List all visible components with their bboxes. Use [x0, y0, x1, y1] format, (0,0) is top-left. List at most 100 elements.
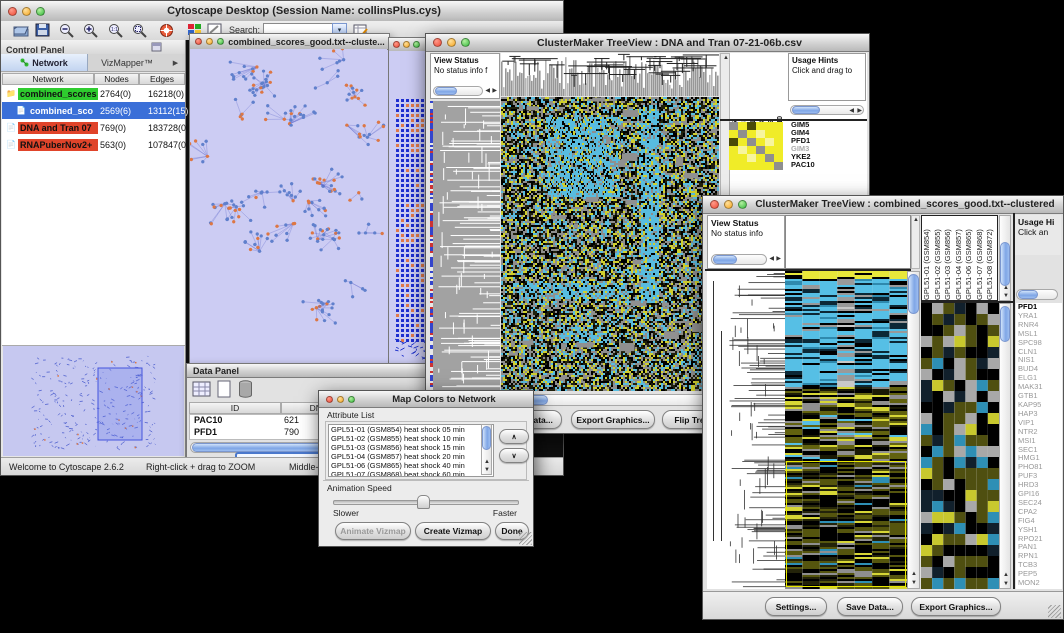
network-overview-canvas[interactable]	[3, 346, 184, 456]
move-down-button[interactable]: ∨	[499, 448, 529, 463]
tv1-row-label[interactable]: PAC10	[791, 161, 861, 169]
dialog-minimize-button[interactable]	[337, 396, 344, 403]
table-mode-icon[interactable]	[192, 380, 212, 398]
attr-down-arrow-icon[interactable]: ▼	[484, 467, 490, 473]
frame-close-button[interactable]	[195, 38, 202, 45]
tv2-save-data-button[interactable]: Save Data...	[837, 597, 903, 616]
tv1-thin-up-arrow-icon[interactable]: ▲	[723, 55, 729, 61]
tv2-zoom-heatmap-canvas[interactable]	[921, 303, 999, 589]
zoom-fit-icon[interactable]	[132, 23, 148, 38]
tv2-column-label[interactable]: GPL51-06 (GSM865)	[964, 216, 975, 300]
dialog-titlebar[interactable]: Map Colors to Network	[319, 391, 533, 408]
attribute-list[interactable]: GPL51-01 (GSM854) heat shock 05 minGPL51…	[328, 424, 494, 477]
tab-vizmapper[interactable]: VizMapper™	[88, 54, 166, 71]
table-row[interactable]: 📁combined_scores2764(0)16218(0)	[2, 85, 185, 102]
table-row[interactable]: 📄RNAPuberNov2+563(0)107847(0)	[2, 136, 185, 153]
tv1-hints-left-arrow-icon[interactable]: ◀	[849, 108, 854, 114]
tv1-minimize-button[interactable]	[447, 38, 456, 47]
tv2-labels-vscrollbar[interactable]: ▲ ▼	[999, 215, 1011, 301]
table-row[interactable]: 📄combined_sco2569(6)13112(15)	[2, 102, 185, 119]
tv2-resize-grip[interactable]	[1048, 605, 1061, 618]
tv2-hints-hscrollbar[interactable]	[1016, 289, 1058, 300]
tv2-status-hscroll-thumb[interactable]	[713, 255, 737, 264]
tv2-heatmap-vscroll-thumb[interactable]	[908, 274, 919, 314]
create-vizmap-button[interactable]: Create Vizmap	[415, 522, 491, 540]
attribute-list-vscrollbar[interactable]: ▲ ▼	[481, 424, 492, 475]
tv2-export-graphics-button[interactable]: Export Graphics...	[911, 597, 1001, 616]
tv2-column-label[interactable]: GPL51-03 (GSM856)	[943, 216, 954, 300]
network-frame-titlebar[interactable]: combined_scores_good.txt--cluste...	[190, 34, 389, 50]
tv2-zoom-up-arrow-icon[interactable]: ▲	[1003, 572, 1009, 578]
treeview1-titlebar[interactable]: ClusterMaker TreeView : DNA and Tran 07-…	[426, 34, 869, 52]
save-icon[interactable]	[35, 23, 50, 37]
gene-label[interactable]: MON2	[1016, 579, 1062, 588]
tv2-column-label[interactable]: GPL51-02 (GSM855)	[933, 216, 944, 300]
tv2-status-left-arrow-icon[interactable]: ◀	[769, 256, 774, 262]
tv1-hints-hscroll-thumb[interactable]	[792, 106, 820, 114]
close-button[interactable]	[8, 7, 17, 16]
tv1-export-graphics-button[interactable]: Export Graphics...	[571, 410, 655, 429]
help-ring-icon[interactable]	[159, 23, 174, 38]
tv2-settings-button[interactable]: Settings...	[765, 597, 827, 616]
col-network[interactable]: Network	[2, 73, 94, 85]
tv1-column-dendrogram-canvas[interactable]	[501, 53, 719, 96]
tv1-zoom-button[interactable]	[461, 38, 470, 47]
zoom-actual-icon[interactable]: 1:1	[108, 23, 124, 38]
tv2-zoom-vscrollbar[interactable]: ▲ ▼	[999, 303, 1011, 589]
tv2-zoom-button[interactable]	[738, 200, 747, 209]
tv1-status-hscroll-thumb[interactable]	[435, 87, 457, 95]
zoom-out-icon[interactable]	[59, 23, 75, 38]
tv2-column-label[interactable]: GPL51-04 (GSM857)	[954, 216, 965, 300]
network-graph-canvas[interactable]	[190, 49, 387, 362]
attribute-list-item[interactable]: GPL51-02 (GSM855) heat shock 10 min	[329, 434, 493, 443]
tv2-row-dendrogram-canvas[interactable]	[707, 271, 785, 589]
tv2-thin-up-arrow-icon[interactable]: ▲	[913, 217, 919, 223]
tv2-column-label[interactable]: GPL51-08 (GSM872)	[985, 216, 996, 300]
col-edges[interactable]: Edges	[139, 73, 185, 85]
attribute-list-item[interactable]: GPL51-04 (GSM857) heat shock 20 min	[329, 452, 493, 461]
tv2-close-button[interactable]	[710, 200, 719, 209]
tv2-labels-vscroll-thumb[interactable]	[1000, 242, 1010, 286]
col-nodes[interactable]: Nodes	[94, 73, 139, 85]
tv1-hints-hscrollbar[interactable]: ◀ ▶	[790, 105, 864, 115]
tab-network[interactable]: Network	[1, 54, 88, 71]
tv1-status-left-arrow-icon[interactable]: ◀	[485, 88, 490, 94]
move-up-button[interactable]: ∧	[499, 429, 529, 444]
tv2-heatmap-up-arrow-icon[interactable]: ▲	[911, 571, 917, 577]
tv2-global-heatmap-canvas[interactable]	[785, 271, 907, 589]
tv2-thin-strip[interactable]: ▲	[911, 215, 920, 269]
animate-vizmap-button[interactable]: Animate Vizmap	[335, 522, 411, 540]
frame2-close-button[interactable]	[393, 41, 400, 48]
treeview2-titlebar[interactable]: ClusterMaker TreeView : combined_scores_…	[703, 196, 1063, 214]
main-titlebar[interactable]: Cytoscape Desktop (Session Name: collins…	[1, 1, 563, 22]
tv1-correlation-matrix[interactable]	[729, 122, 783, 170]
tv2-zoom-down-arrow-icon[interactable]: ▼	[1003, 581, 1009, 587]
attr-up-arrow-icon[interactable]: ▲	[484, 459, 490, 465]
tv2-column-tree-area[interactable]	[785, 215, 911, 269]
data-col-id[interactable]: ID	[189, 402, 281, 414]
tv1-row-dendrogram-canvas[interactable]	[430, 101, 500, 391]
tv1-close-button[interactable]	[433, 38, 442, 47]
delete-attribute-icon[interactable]	[237, 379, 254, 399]
tv2-labels-down-arrow-icon[interactable]: ▼	[1003, 293, 1009, 299]
tv1-global-heatmap-canvas[interactable]	[501, 97, 719, 391]
table-row[interactable]: 📄DNA and Tran 07769(0)183728(0)	[2, 119, 185, 136]
tab-overflow-arrow[interactable]: ▶	[166, 54, 185, 71]
frame2-minimize-button[interactable]	[403, 41, 410, 48]
tv2-column-label[interactable]: GPL51-07 (GSM868)	[975, 216, 986, 300]
tv2-hints-hscroll-thumb[interactable]	[1018, 290, 1038, 299]
frame-zoom-button[interactable]	[217, 38, 224, 45]
attribute-list-item[interactable]: GPL51-01 (GSM854) heat shock 05 min	[329, 425, 493, 434]
dialog-close-button[interactable]	[326, 396, 333, 403]
frame2-zoom-button[interactable]	[413, 41, 420, 48]
tv2-column-label[interactable]: GPL51-01 (GSM854)	[922, 216, 933, 300]
dialog-resize-grip[interactable]	[519, 532, 532, 545]
frame-minimize-button[interactable]	[206, 38, 213, 45]
zoom-button[interactable]	[36, 7, 45, 16]
attribute-list-item[interactable]: GPL51-06 (GSM865) heat shock 40 min	[329, 461, 493, 470]
tv1-hints-right-arrow-icon[interactable]: ▶	[857, 108, 862, 114]
open-folder-icon[interactable]	[13, 23, 29, 37]
tv2-minimize-button[interactable]	[724, 200, 733, 209]
tv1-status-hscrollbar[interactable]	[433, 86, 483, 96]
attribute-list-item[interactable]: GPL51-07 (GSM868) heat shock 60 min	[329, 470, 493, 477]
